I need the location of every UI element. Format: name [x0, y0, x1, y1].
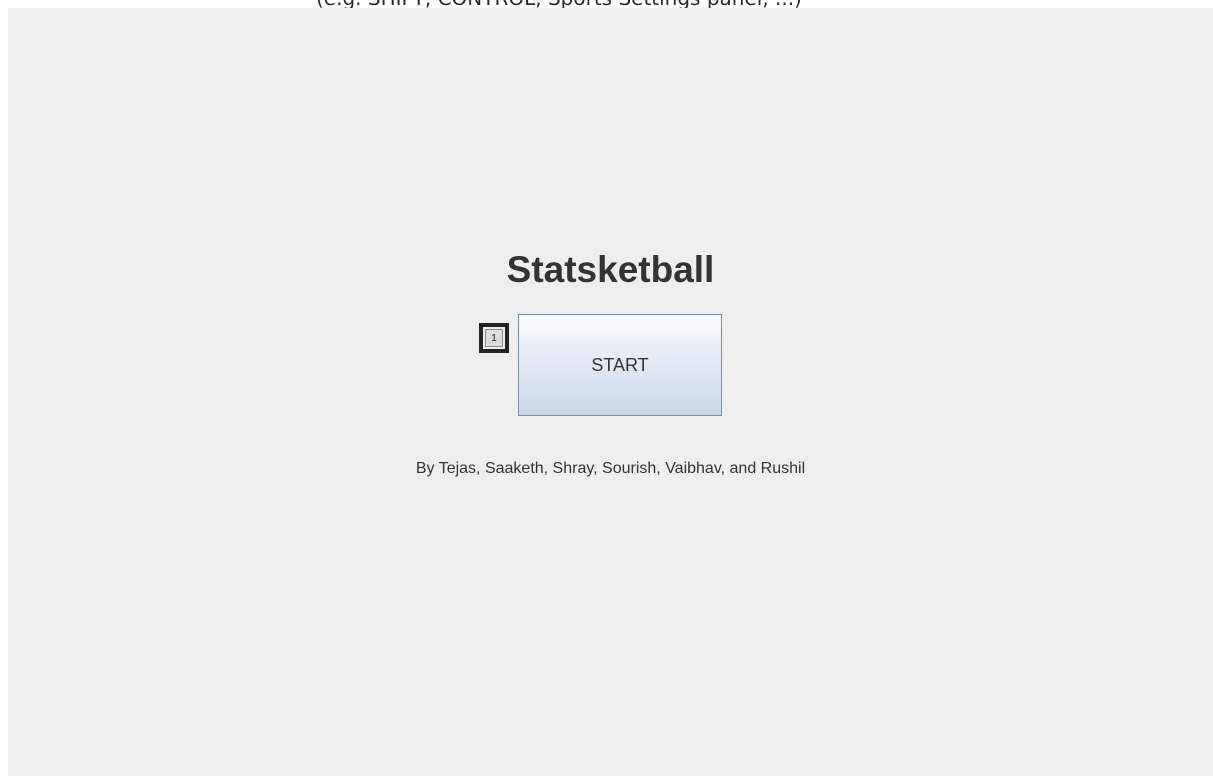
marker-badge-label: 1 [485, 329, 503, 347]
app-title: Statsketball [506, 249, 715, 290]
credits-text: By Tejas, Saaketh, Shray, Sourish, Vaibh… [415, 460, 806, 477]
start-button[interactable]: START [518, 314, 722, 416]
top-strip-text: (e.g. SHIFT, CONTROL, Sports Settings pa… [316, 0, 802, 8]
top-strip: (e.g. SHIFT, CONTROL, Sports Settings pa… [0, 0, 1213, 8]
app-panel: Statsketball 1 START By Tejas, Saaketh, … [8, 8, 1213, 776]
marker-badge: 1 [479, 323, 509, 353]
